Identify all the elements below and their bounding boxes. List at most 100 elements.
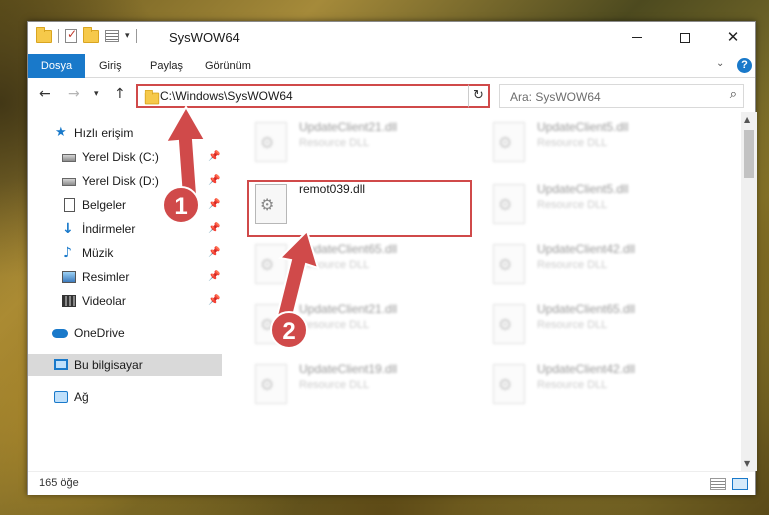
sidebar-item-music[interactable]: ♪ Müzik 📌	[28, 242, 222, 264]
tab-file[interactable]: Dosya	[28, 54, 85, 78]
title-bar: ▾ SysWOW64 ✕	[28, 22, 755, 54]
vertical-scrollbar[interactable]: ▲ ▼	[741, 112, 757, 471]
dll-file-icon	[255, 244, 287, 284]
status-bar: 165 öğe	[28, 471, 755, 495]
pictures-icon	[62, 271, 76, 283]
refresh-icon: ↻	[473, 88, 484, 103]
file-name: UpdateClient65.dll	[299, 242, 398, 256]
scrollbar-thumb[interactable]	[744, 130, 754, 178]
pin-icon: 📌	[208, 175, 221, 186]
drive-icon	[62, 178, 76, 186]
tab-share[interactable]: Paylaş	[150, 54, 183, 78]
details-view-icon[interactable]	[710, 478, 726, 490]
sidebar-item-label: OneDrive	[74, 326, 125, 340]
pin-icon: 📌	[208, 223, 221, 234]
search-input[interactable]: Ara: SysWOW64 ⌕	[499, 84, 744, 108]
file-type: Resource DLL	[537, 379, 608, 391]
sidebar-item-label: İndirmeler	[82, 222, 136, 236]
sidebar-item-label: Belgeler	[82, 198, 127, 212]
close-button[interactable]: ✕	[710, 22, 756, 54]
forward-arrow-icon[interactable]: →	[68, 86, 80, 102]
file-name: UpdateClient5.dll	[537, 182, 629, 196]
step-1-badge: 1	[162, 186, 200, 224]
tab-view[interactable]: Görünüm	[205, 54, 251, 78]
step-2-badge: 2	[270, 311, 308, 349]
address-path[interactable]: C:\Windows\SysWOW64	[160, 89, 293, 103]
customize-icon[interactable]	[105, 30, 119, 42]
sidebar-item-pictures[interactable]: Resimler 📌	[28, 266, 222, 288]
new-folder-icon[interactable]	[83, 26, 99, 43]
window-title: SysWOW64	[169, 30, 240, 45]
file-item[interactable]: UpdateClient42.dll Resource DLL	[487, 358, 717, 410]
chevron-down-icon[interactable]: ▾	[125, 31, 130, 41]
file-item[interactable]: UpdateClient21.dll Resource DLL	[249, 116, 479, 168]
sidebar-item-local-disk-c[interactable]: Yerel Disk (C:) 📌	[28, 146, 222, 168]
file-item[interactable]: UpdateClient5.dll Resource DLL	[487, 116, 717, 168]
file-type: Resource DLL	[299, 137, 370, 149]
dll-file-icon	[493, 184, 525, 224]
navigation-bar: ← → ▾ ↑ C:\Windows\SysWOW64 ↻ Ara: SysWO…	[28, 79, 755, 112]
address-bar[interactable]: C:\Windows\SysWOW64	[136, 84, 489, 108]
pin-icon: 📌	[208, 199, 221, 210]
sidebar-item-onedrive[interactable]: OneDrive	[28, 322, 222, 344]
sidebar-item-label: Ağ	[74, 390, 89, 404]
folder-icon	[36, 26, 52, 43]
item-count: 165 öğe	[39, 477, 79, 489]
file-type: Resource DLL	[537, 137, 608, 149]
refresh-button[interactable]: ↻	[468, 84, 490, 108]
sidebar-item-label: Hızlı erişim	[74, 126, 134, 140]
file-item[interactable]: UpdateClient65.dll Resource DLL	[249, 238, 479, 290]
file-type: Resource DLL	[299, 319, 370, 331]
scroll-up-icon[interactable]: ▲	[744, 115, 750, 124]
file-type: Resource DLL	[537, 259, 608, 271]
back-arrow-icon[interactable]: ←	[39, 86, 51, 102]
maximize-icon	[680, 32, 690, 43]
sidebar-item-this-pc[interactable]: Bu bilgisayar	[28, 354, 222, 376]
documents-icon	[64, 198, 75, 212]
sidebar-item-downloads[interactable]: ↓ İndirmeler 📌	[28, 218, 222, 240]
sidebar-item-local-disk-d[interactable]: Yerel Disk (D:) 📌	[28, 170, 222, 192]
sidebar-item-quick-access[interactable]: ★ Hızlı erişim	[28, 122, 222, 144]
sidebar-item-label: Bu bilgisayar	[74, 358, 143, 372]
file-name: UpdateClient5.dll	[537, 120, 629, 134]
recent-locations-icon[interactable]: ▾	[94, 89, 99, 99]
expand-ribbon-icon[interactable]: ⌄	[716, 58, 724, 69]
folder-icon	[144, 89, 160, 105]
up-arrow-icon[interactable]: ↑	[114, 86, 126, 102]
file-type: Resource DLL	[537, 319, 608, 331]
file-item[interactable]: UpdateClient42.dll Resource DLL	[487, 238, 717, 290]
separator	[58, 29, 59, 43]
pin-icon: 📌	[208, 271, 221, 282]
properties-icon[interactable]	[65, 27, 77, 43]
downloads-icon: ↓	[62, 221, 74, 237]
search-placeholder: Ara: SysWOW64	[510, 90, 601, 104]
sidebar-item-videos[interactable]: Videolar 📌	[28, 290, 222, 312]
file-item[interactable]: UpdateClient65.dll Resource DLL	[487, 298, 717, 350]
sidebar-item-network[interactable]: Ağ	[28, 386, 222, 408]
sidebar-item-label: Yerel Disk (C:)	[82, 150, 159, 164]
file-type: Resource DLL	[299, 259, 370, 271]
network-icon	[54, 391, 68, 403]
file-name: UpdateClient21.dll	[299, 120, 398, 134]
file-name: UpdateClient42.dll	[537, 242, 636, 256]
separator	[135, 29, 137, 43]
computer-icon	[54, 359, 68, 370]
dll-file-icon	[493, 244, 525, 284]
file-item[interactable]: UpdateClient5.dll Resource DLL	[487, 178, 717, 230]
minimize-button[interactable]	[614, 22, 660, 54]
close-icon: ✕	[726, 28, 740, 46]
sidebar-item-label: Resimler	[82, 270, 130, 284]
maximize-button[interactable]	[662, 22, 708, 54]
music-icon: ♪	[63, 245, 72, 261]
dll-file-icon	[255, 364, 287, 404]
scroll-down-icon[interactable]: ▼	[744, 459, 750, 468]
large-icons-view-icon[interactable]	[732, 478, 748, 490]
help-icon[interactable]: ?	[737, 58, 752, 73]
sidebar-item-label: Yerel Disk (D:)	[82, 174, 159, 188]
videos-icon	[62, 295, 76, 307]
file-name: UpdateClient19.dll	[299, 362, 398, 376]
ribbon: Dosya Giriş Paylaş Görünüm ⌄ ?	[28, 54, 755, 78]
file-item[interactable]: UpdateClient19.dll Resource DLL	[249, 358, 479, 410]
file-highlight-box	[247, 180, 472, 237]
tab-home[interactable]: Giriş	[99, 54, 122, 78]
